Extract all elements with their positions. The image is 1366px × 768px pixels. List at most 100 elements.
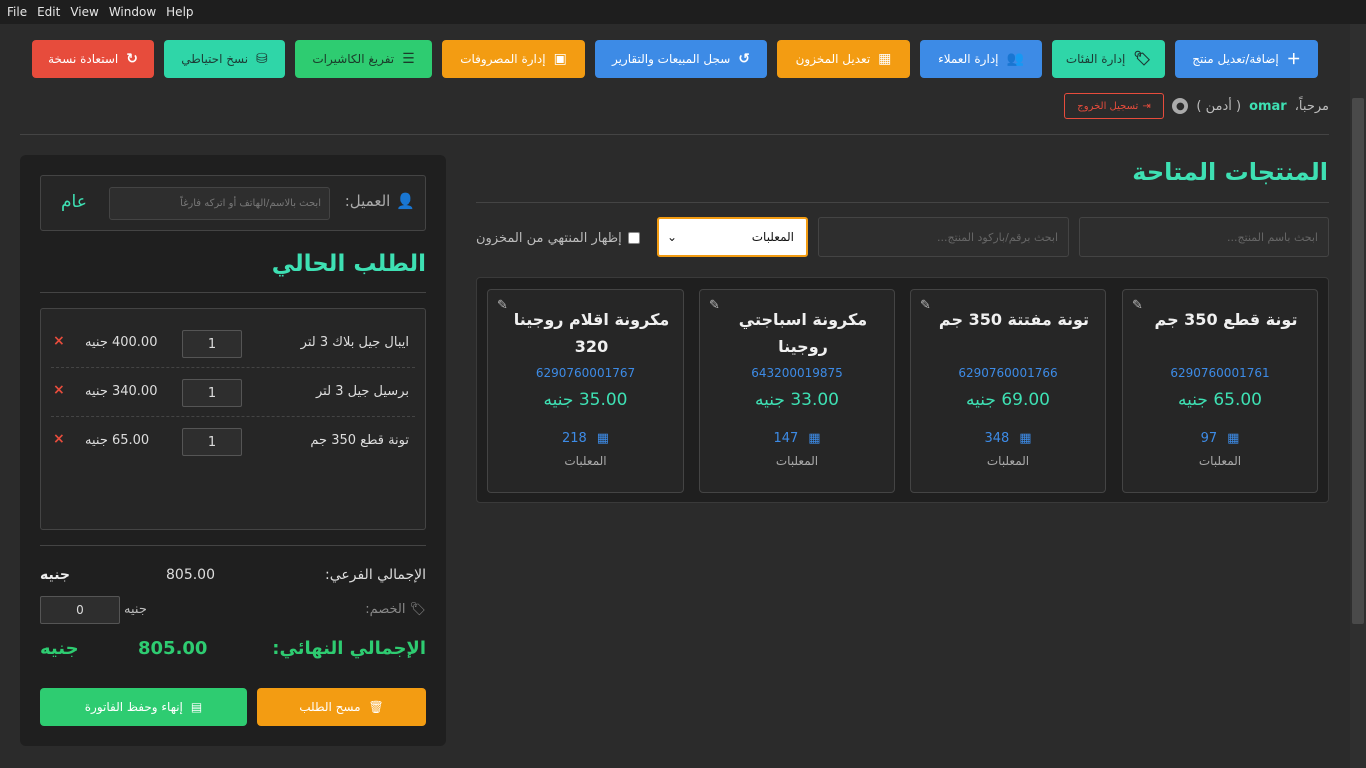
add-product-button[interactable]: ＋ إضافة/تعديل منتج xyxy=(1175,40,1318,78)
search-name-input[interactable]: ابحث باسم المنتج... xyxy=(1079,217,1329,257)
menu-bar: File Edit View Window Help xyxy=(0,0,1366,24)
subtotal-label: الإجمالي الفرعي: xyxy=(325,567,426,583)
money-icon: ▣ xyxy=(553,51,567,67)
finish-order-button[interactable]: ▤ إنهاء وحفظ الفاتورة xyxy=(40,688,247,726)
product-price: 65.00 جنيه xyxy=(1178,390,1262,410)
categories-label: إدارة الفئات xyxy=(1065,52,1126,66)
menu-help[interactable]: Help xyxy=(161,5,198,19)
total-value: 805.00 xyxy=(138,638,208,659)
product-category: المعلبات xyxy=(564,454,607,468)
boxes-icon: ▦ xyxy=(596,431,610,446)
edit-icon[interactable]: ✎ xyxy=(709,298,720,313)
order-item-name: برسيل جيل 3 لتر xyxy=(315,384,409,399)
product-stock: ▦ 218 xyxy=(488,431,683,446)
show-out-of-stock[interactable]: إظهار المنتهي من المخزون xyxy=(476,229,640,247)
scrollbar-thumb[interactable] xyxy=(1352,98,1364,624)
product-code: 6290760001766 xyxy=(958,366,1058,380)
history-icon: ↺ xyxy=(738,51,751,67)
product-stock-value: 97 xyxy=(1200,431,1218,446)
sales-log-label: سجل المبيعات والتقارير xyxy=(611,52,731,66)
menu-view[interactable]: View xyxy=(65,5,103,19)
remove-icon[interactable]: × xyxy=(53,431,65,447)
total-currency: جنيه xyxy=(40,638,79,659)
expenses-button[interactable]: ▣ إدارة المصروفات xyxy=(442,40,585,78)
total-label: الإجمالي النهائي: xyxy=(272,638,426,659)
customers-button[interactable]: 👥 إدارة العملاء xyxy=(920,40,1042,78)
user-tag-icon: 👤 xyxy=(396,192,415,210)
product-card[interactable]: ✎ مكرونة اسباجتي روجينا 643200019875 33.… xyxy=(699,289,895,493)
trash-icon: 🗑 xyxy=(368,700,384,714)
users-icon: 👥 xyxy=(1006,51,1024,67)
cashiers-label: تفريغ الكاشيرات xyxy=(312,52,395,66)
tag-icon: 🏷 xyxy=(409,602,426,617)
chevron-down-icon: ⌄ xyxy=(667,230,678,244)
show-out-of-stock-checkbox[interactable] xyxy=(627,232,640,244)
clear-order-button[interactable]: 🗑 مسح الطلب xyxy=(257,688,426,726)
product-card[interactable]: ✎ مكرونة اقلام روجينا 320 6290760001767 … xyxy=(487,289,684,493)
greeting: مرحباً، xyxy=(1294,98,1329,114)
database-icon: ⛁ xyxy=(256,51,268,67)
order-item-name: تونة قطع 350 جم xyxy=(310,433,409,448)
customer-box: 👤 العميل: ابحث بالاسم/الهاتف أو اتركه فا… xyxy=(40,175,426,231)
product-name: تونة قطع 350 جم xyxy=(1154,310,1298,329)
category-selected: المعلبات xyxy=(751,230,794,244)
tags-icon: 🏷 xyxy=(1133,51,1152,67)
finish-order-label: إنهاء وحفظ الفاتورة xyxy=(84,700,183,714)
edit-icon[interactable]: ✎ xyxy=(1132,298,1143,313)
order-item-qty-input[interactable]: 1 xyxy=(182,330,242,358)
product-stock-value: 348 xyxy=(984,431,1010,446)
menu-window[interactable]: Window xyxy=(104,5,161,19)
customer-search-input[interactable]: ابحث بالاسم/الهاتف أو اتركه فارغاً xyxy=(109,187,330,220)
backup-button[interactable]: ⛁ نسخ احتياطي xyxy=(164,40,285,78)
user-name: omar xyxy=(1249,98,1287,114)
product-code: 6290760001767 xyxy=(535,366,636,380)
restore-button[interactable]: ↻ استعادة نسخة xyxy=(32,40,154,78)
undo-icon: ↻ xyxy=(126,51,138,67)
remove-icon[interactable]: × xyxy=(53,333,65,349)
product-price: 33.00 جنيه xyxy=(755,390,839,410)
category-select[interactable]: ⌄ المعلبات xyxy=(657,217,808,257)
sales-log-button[interactable]: ↺ سجل المبيعات والتقارير xyxy=(595,40,767,78)
discount-input[interactable]: 0 xyxy=(40,596,120,624)
product-name: تونة مفتتة 350 جم xyxy=(938,310,1090,329)
order-title: الطلب الحالي xyxy=(271,251,426,277)
divider xyxy=(40,292,426,293)
menu-file[interactable]: File xyxy=(2,5,32,19)
product-stock: ▦ 147 xyxy=(700,431,894,446)
subtotal-value: 805.00 xyxy=(166,567,215,583)
discount-currency: جنيه xyxy=(124,602,147,617)
product-card[interactable]: ✎ تونة قطع 350 جم 6290760001761 65.00 جن… xyxy=(1122,289,1318,493)
order-item-price: 400.00 جنيه xyxy=(85,335,158,350)
customer-value: عام xyxy=(61,192,87,212)
edit-icon[interactable]: ✎ xyxy=(920,298,931,313)
product-stock-value: 147 xyxy=(773,431,799,446)
customers-label: إدارة العملاء xyxy=(938,52,999,66)
products-title: المنتجات المتاحة xyxy=(1132,158,1328,186)
order-item: ايبال جيل بلاك 3 لتر 1 400.00 جنيه × xyxy=(51,319,415,368)
product-card[interactable]: ✎ تونة مفتتة 350 جم 6290760001766 69.00 … xyxy=(910,289,1106,493)
edit-stock-button[interactable]: ▦ تعديل المخزون xyxy=(777,40,910,78)
cashiers-button[interactable]: ☰ تفريغ الكاشيرات xyxy=(295,40,432,78)
product-stock-value: 218 xyxy=(561,431,587,446)
search-code-input[interactable]: ابحث برقم/باركود المنتج... xyxy=(818,217,1069,257)
edit-icon[interactable]: ✎ xyxy=(497,298,508,313)
customer-label-text: العميل: xyxy=(344,192,391,210)
product-price: 35.00 جنيه xyxy=(543,390,628,410)
divider xyxy=(40,545,426,546)
logout-label: تسجيل الخروج xyxy=(1077,100,1139,112)
edit-stock-label: تعديل المخزون xyxy=(795,52,871,66)
vertical-scrollbar[interactable] xyxy=(1350,24,1366,768)
logout-button[interactable]: ⇥ تسجيل الخروج xyxy=(1064,93,1164,119)
expenses-label: إدارة المصروفات xyxy=(460,52,546,66)
user-role: ( أدمن ) xyxy=(1196,98,1242,114)
product-stock: ▦ 348 xyxy=(911,431,1105,446)
menu-edit[interactable]: Edit xyxy=(32,5,65,19)
order-item-qty-input[interactable]: 1 xyxy=(182,428,242,456)
product-name: مكرونة اقلام روجينا 320 xyxy=(513,310,670,356)
customer-label: 👤 العميل: xyxy=(345,192,415,210)
add-product-label: إضافة/تعديل منتج xyxy=(1192,52,1279,66)
order-item-qty-input[interactable]: 1 xyxy=(182,379,242,407)
remove-icon[interactable]: × xyxy=(53,382,65,398)
categories-button[interactable]: 🏷 إدارة الفئات xyxy=(1052,40,1165,78)
product-name: مكرونة اسباجتي روجينا xyxy=(738,310,868,356)
